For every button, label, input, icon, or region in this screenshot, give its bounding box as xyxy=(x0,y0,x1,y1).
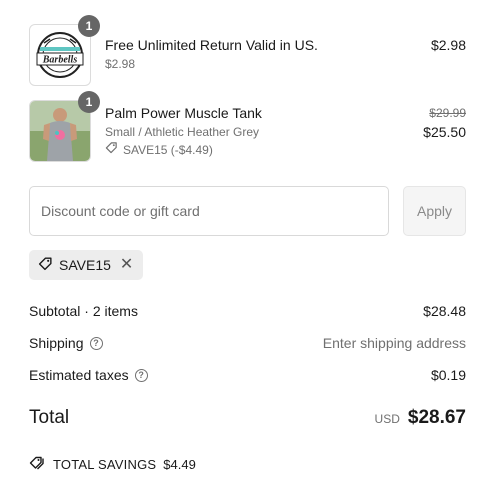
item-price: $25.50 xyxy=(423,124,466,140)
discount-code-input[interactable] xyxy=(29,186,389,236)
total-value: $28.67 xyxy=(407,407,466,428)
discount-form: Apply xyxy=(29,186,466,236)
total-row: Total USD $28.67 xyxy=(29,405,466,431)
item-original-price: $29.99 xyxy=(429,106,466,120)
quantity-badge: 1 xyxy=(78,91,100,113)
item-title: Palm Power Muscle Tank xyxy=(105,105,262,121)
applied-discount-chip: SAVE15 ✕ xyxy=(29,250,144,280)
price-column: $29.99 $25.50 xyxy=(423,105,466,141)
line-item: 1 Palm Power Muscle Tank Small / Athleti… xyxy=(29,91,466,162)
subtotal-label: Subtotal · 2 items xyxy=(29,303,138,319)
item-price: $2.98 xyxy=(430,37,466,53)
item-subtitle: $2.98 xyxy=(105,57,136,71)
shipping-help-icon[interactable]: ? xyxy=(89,336,103,350)
item-discount-label: SAVE15 (-$4.49) xyxy=(123,142,213,157)
item-info: Free Unlimited Return Valid in US. $2.98 xyxy=(105,37,318,72)
apply-button[interactable]: Apply xyxy=(403,186,466,236)
taxes-value: $0.19 xyxy=(430,367,466,383)
price-column: $2.98 xyxy=(431,37,466,54)
svg-text:Barbells: Barbells xyxy=(42,55,78,66)
total-label: Total xyxy=(29,407,70,428)
tag-icon xyxy=(38,256,53,274)
remove-discount-close-icon[interactable]: ✕ xyxy=(120,257,133,273)
subtotal-row: Subtotal · 2 items $28.48 xyxy=(29,301,466,321)
shipping-label-group: Shipping ? xyxy=(29,335,103,351)
shipping-value: Enter shipping address xyxy=(322,335,466,351)
savings-tag-icon xyxy=(29,455,46,473)
quantity-badge: 1 xyxy=(78,15,100,37)
applied-code-label: SAVE15 xyxy=(59,257,111,273)
savings-label: TOTAL SAVINGS xyxy=(53,456,157,472)
item-variant: Small / Athletic Heather Grey xyxy=(105,125,260,139)
item-discount: SAVE15 (-$4.49) xyxy=(105,141,262,158)
item-info: Palm Power Muscle Tank Small / Athletic … xyxy=(105,105,262,158)
item-title: Free Unlimited Return Valid in US. xyxy=(105,37,318,53)
taxes-help-icon[interactable]: ? xyxy=(134,368,148,382)
product-thumbnail-wrapper: 1 xyxy=(29,91,100,162)
line-item: Barbells 1 Free Unlimited Return Valid i… xyxy=(29,15,466,86)
product-thumbnail-wrapper: Barbells 1 xyxy=(29,15,100,86)
subtotal-value: $28.48 xyxy=(423,303,466,319)
total-value-group: USD $28.67 xyxy=(375,407,466,429)
shipping-row: Shipping ? Enter shipping address xyxy=(29,333,466,353)
savings-value: $4.49 xyxy=(163,456,196,472)
taxes-label-group: Estimated taxes ? xyxy=(29,367,148,383)
taxes-label: Estimated taxes xyxy=(29,367,129,383)
tag-icon xyxy=(105,141,118,158)
shipping-label: Shipping xyxy=(29,335,84,351)
taxes-row: Estimated taxes ? $0.19 xyxy=(29,365,466,385)
total-savings: TOTAL SAVINGS $4.49 xyxy=(29,455,196,473)
currency-code: USD xyxy=(374,412,400,426)
